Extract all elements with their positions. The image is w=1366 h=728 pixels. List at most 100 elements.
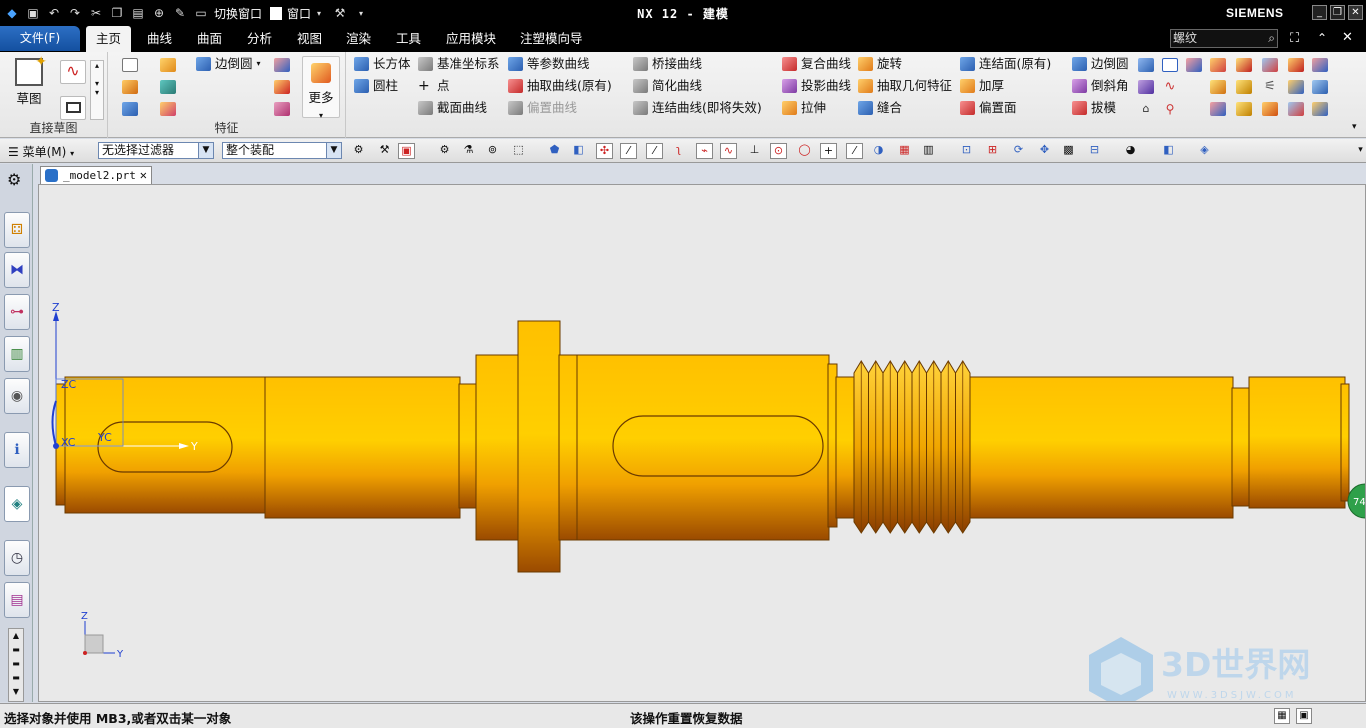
- shaft-model[interactable]: Z Y ZC YC XC Z Y 74 3D世界网 WWW.3DSJW.COM: [39, 185, 1366, 702]
- collapse-ribbon-icon[interactable]: ⌃: [1317, 31, 1327, 45]
- tab-mold-wizard[interactable]: 注塑模向导: [520, 26, 583, 52]
- quadrant-snap-icon[interactable]: ◯: [796, 143, 813, 159]
- assembly-navigator-icon[interactable]: ⚃: [4, 212, 30, 248]
- tab-view[interactable]: 视图: [297, 26, 322, 52]
- history-palette-icon[interactable]: ◈: [4, 486, 30, 522]
- web-browser-icon[interactable]: ℹ: [4, 432, 30, 468]
- unite-icon[interactable]: [160, 80, 176, 94]
- hole-icon[interactable]: [160, 58, 176, 72]
- minimize-button[interactable]: _: [1312, 5, 1327, 20]
- close-part-icon[interactable]: ✕: [1342, 30, 1353, 45]
- view-manager-icon[interactable]: ◉: [4, 378, 30, 414]
- section-face-icon[interactable]: ⌂: [1138, 102, 1154, 116]
- part-navigator-icon[interactable]: ⊶: [4, 294, 30, 330]
- extract-geometry-button[interactable]: 抽取几何特征: [858, 77, 952, 95]
- thread-icon[interactable]: [1210, 102, 1226, 116]
- layer-filter-icon[interactable]: ⚙: [436, 143, 453, 159]
- general-filter-icon[interactable]: ⚒: [376, 143, 393, 159]
- clock-history-icon[interactable]: ◷: [4, 540, 30, 576]
- point-on-face-snap-icon[interactable]: ◑: [870, 143, 887, 159]
- endpoint-snap-icon[interactable]: ⁄: [620, 143, 637, 159]
- trim-sheet-icon[interactable]: [1138, 80, 1154, 94]
- split-body-icon[interactable]: ⚟: [1262, 80, 1278, 94]
- perpendicular-snap-icon[interactable]: ⊥: [746, 143, 763, 159]
- reset-filter-icon[interactable]: ⚗: [460, 143, 477, 159]
- selection-scope-select[interactable]: 整个装配 ▼: [222, 142, 342, 159]
- graphics-window[interactable]: Z Y ZC YC XC Z Y 74 3D世界网 WWW.3DSJW.COM: [38, 184, 1366, 702]
- toolbar-options-icon[interactable]: ▾: [1352, 143, 1366, 159]
- render-style-icon[interactable]: ◕: [1122, 143, 1139, 159]
- document-tab[interactable]: _model2.prt ✕: [40, 166, 152, 184]
- rectangle-icon[interactable]: [60, 96, 86, 120]
- file-menu-button[interactable]: 文件(F): [0, 26, 80, 51]
- pole-snap-icon[interactable]: ▥: [920, 143, 937, 159]
- delete-face-icon[interactable]: [1288, 102, 1304, 116]
- datum-csys-button[interactable]: 基准坐标系: [418, 55, 500, 73]
- join-curves-button[interactable]: 连结曲线(即将失效): [633, 99, 762, 117]
- sew-button[interactable]: 缝合: [858, 99, 902, 117]
- subtract-icon[interactable]: [122, 102, 138, 116]
- instance-icon[interactable]: [1236, 102, 1252, 116]
- sketch-button[interactable]: ✦ 草图: [8, 54, 50, 112]
- chamfer-button[interactable]: 倒斜角: [1072, 77, 1129, 95]
- settings-gear-icon[interactable]: ⚙: [7, 170, 21, 189]
- rib-icon[interactable]: [1288, 58, 1304, 72]
- face-select-icon[interactable]: ⬟: [546, 143, 563, 159]
- isoparametric-curve-button[interactable]: 等参数曲线: [508, 55, 590, 73]
- intersect-icon[interactable]: [160, 102, 176, 116]
- tab-surface[interactable]: 曲面: [197, 26, 222, 52]
- resource-bar-scroll[interactable]: ▲ ▬ ▬ ▬ ▼: [8, 628, 24, 702]
- join-face-button[interactable]: 连结面(原有): [960, 55, 1051, 73]
- extract-curve-button[interactable]: 抽取曲线(原有): [508, 77, 612, 95]
- pattern-face-icon[interactable]: [1262, 102, 1278, 116]
- command-search-input[interactable]: 螺纹 ⌕: [1170, 29, 1278, 48]
- composite-curve-button[interactable]: 复合曲线: [782, 55, 851, 73]
- profile-icon[interactable]: ∿: [60, 60, 86, 84]
- window-status-icon[interactable]: ▣: [1296, 708, 1312, 724]
- tab-home[interactable]: 主页: [86, 26, 132, 52]
- replace-face-icon[interactable]: [1312, 102, 1328, 116]
- body-select-icon[interactable]: ◧: [570, 143, 587, 159]
- groove-icon[interactable]: [1262, 58, 1278, 72]
- center-snap-icon[interactable]: ⊙: [770, 143, 787, 159]
- bridge-curve-button[interactable]: 桥接曲线: [633, 55, 702, 73]
- sketch-gallery-scroll[interactable]: ▴ ▾ ▾: [90, 60, 104, 120]
- mirror-icon[interactable]: [1312, 58, 1328, 72]
- color-filter-icon[interactable]: ▣: [398, 143, 415, 159]
- chamfer-icon[interactable]: [274, 58, 290, 72]
- search-icon[interactable]: ⌕: [1268, 30, 1275, 47]
- perspective-icon[interactable]: ▩: [1060, 143, 1077, 159]
- patch-icon[interactable]: [1186, 58, 1202, 72]
- pad-icon[interactable]: [1288, 80, 1304, 94]
- more-button[interactable]: 更多 ▾: [302, 56, 340, 120]
- tab-analysis[interactable]: 分析: [247, 26, 272, 52]
- orient-view-icon[interactable]: ◧: [1160, 143, 1177, 159]
- menu-button[interactable]: ☰ 菜单(M) ▾: [8, 143, 74, 160]
- fit-view-icon[interactable]: ⊡: [958, 143, 975, 159]
- type-filter-icon[interactable]: ⚙: [350, 143, 367, 159]
- restore-button[interactable]: ❐: [1330, 5, 1345, 20]
- roles-icon[interactable]: ▤: [4, 582, 30, 618]
- pocket-icon[interactable]: [1210, 80, 1226, 94]
- pan-icon[interactable]: ✥: [1036, 143, 1053, 159]
- project-curve-button[interactable]: 投影曲线: [782, 77, 851, 95]
- tab-render[interactable]: 渲染: [346, 26, 371, 52]
- ribbon-options-icon[interactable]: ▾: [1352, 122, 1357, 132]
- ruled-icon[interactable]: ∿: [1162, 80, 1178, 94]
- shell-icon[interactable]: [274, 80, 290, 94]
- tab-application[interactable]: 应用模块: [446, 26, 496, 52]
- existing-point-snap-icon[interactable]: +: [820, 143, 837, 159]
- show-hide-icon[interactable]: ◈: [1196, 143, 1213, 159]
- revolve-button[interactable]: 旋转: [858, 55, 902, 73]
- point-button[interactable]: + 点: [418, 77, 450, 95]
- curve-snap-icon[interactable]: ∿: [720, 143, 737, 159]
- zoom-icon[interactable]: ⊞: [984, 143, 1001, 159]
- edge-blend-button[interactable]: 边倒圆 ▾: [196, 55, 261, 73]
- pattern-feature-icon[interactable]: [122, 80, 138, 94]
- bounded-grid-icon[interactable]: ▦: [896, 143, 913, 159]
- thicken-button[interactable]: 加厚: [960, 77, 1004, 95]
- close-button[interactable]: ✕: [1348, 5, 1363, 20]
- fullscreen-icon[interactable]: ⛶: [1290, 31, 1299, 46]
- curve-on-surface-icon[interactable]: ⚲: [1162, 102, 1178, 116]
- snap-enable-icon[interactable]: ✣: [596, 143, 613, 159]
